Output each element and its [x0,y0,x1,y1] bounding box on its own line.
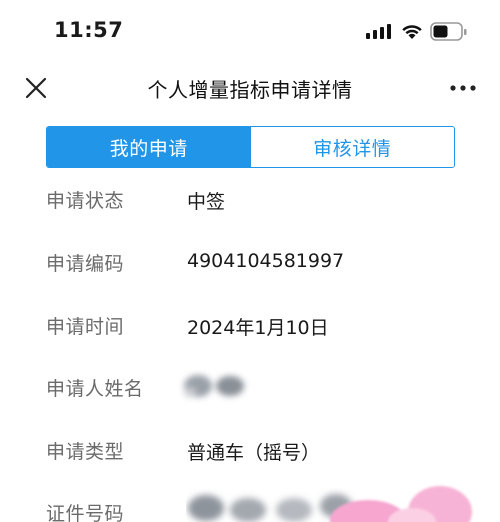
time-label: 申请时间 [46,316,125,338]
segmented-tabs: 我的申请 审核详情 [46,126,455,168]
wifi-icon [402,25,422,39]
battery-icon [430,22,467,41]
tab-review-details[interactable]: 审核详情 [250,127,454,167]
status-bar: 11:57 [0,0,500,62]
status-time: 11:57 [54,18,124,42]
tab-my-application[interactable]: 我的申请 [47,127,251,167]
type-value: 普通车（摇号） [187,442,321,464]
signal-icon [366,24,391,39]
page-title: 个人增量指标申请详情 [147,78,353,102]
code-label: 申请编码 [46,253,125,275]
sticker-decoration [330,486,472,522]
detail-row-code: 申请编码 4904104581997 [46,249,466,279]
detail-row-time: 申请时间 2024年1月10日 [46,312,466,342]
detail-row-name: 申请人姓名 [46,374,466,404]
status-label: 申请状态 [46,190,125,212]
detail-row-type: 申请类型 普通车（摇号） [46,437,466,467]
id-label: 证件号码 [46,503,125,522]
name-redaction [184,375,244,397]
type-label: 申请类型 [46,441,125,463]
nav-bar: 个人增量指标申请详情 [0,62,500,116]
detail-row-status: 申请状态 中签 [46,186,466,216]
status-value: 中签 [187,191,226,213]
code-value: 4904104581997 [187,250,345,272]
time-value: 2024年1月10日 [187,317,329,339]
more-icon[interactable] [448,76,478,100]
name-label: 申请人姓名 [46,378,144,400]
